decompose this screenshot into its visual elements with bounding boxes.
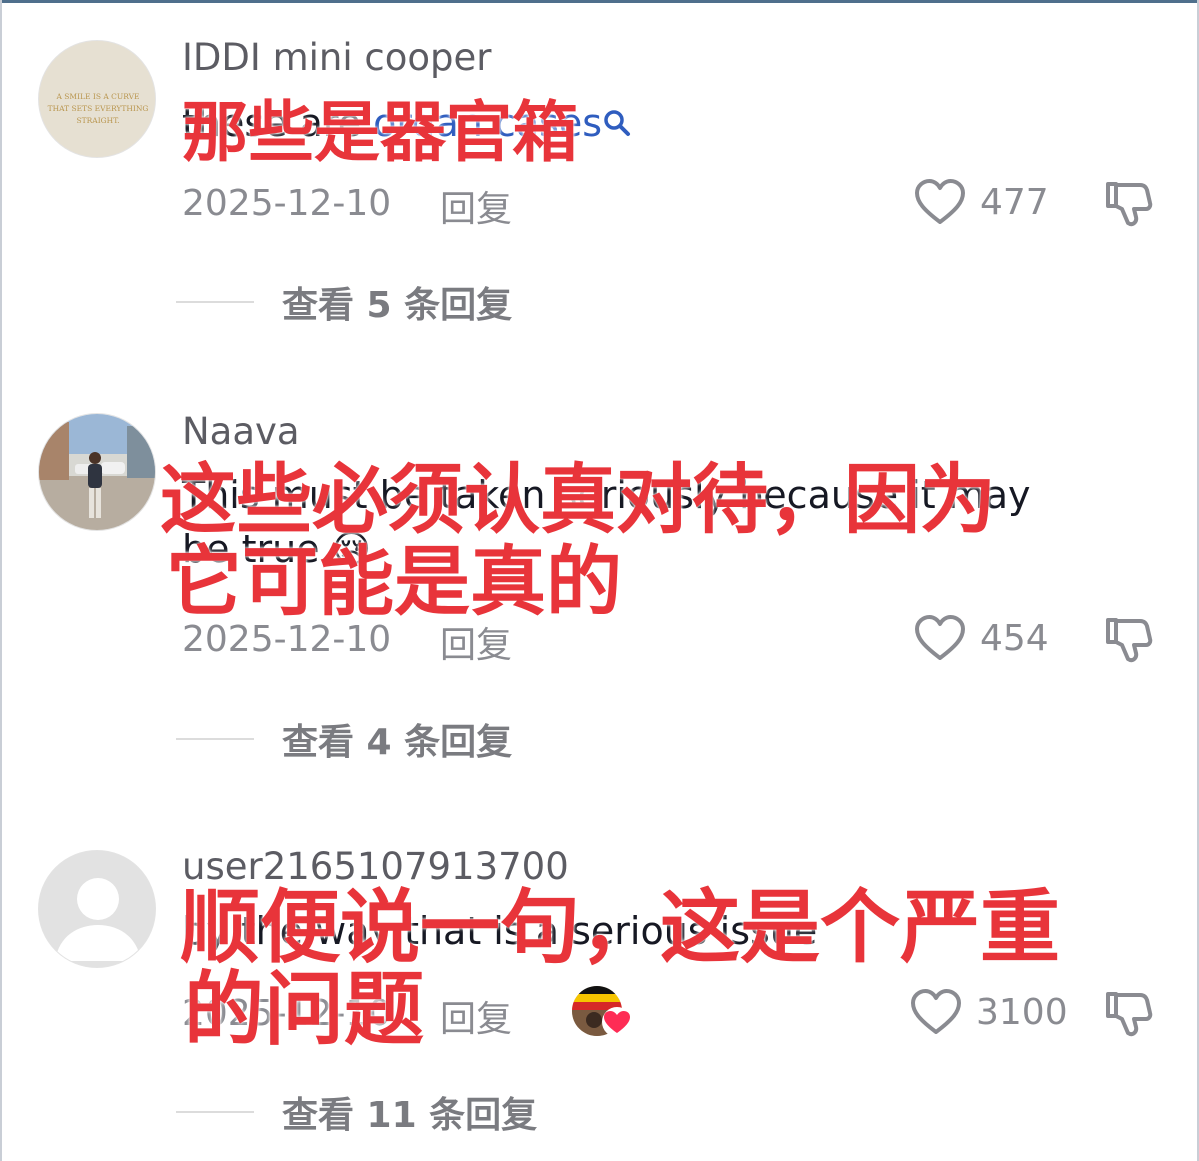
translation-overlay-3-line2: 的问题	[184, 963, 424, 1056]
comment-username[interactable]: Naava	[182, 410, 300, 453]
reply-button[interactable]: 回复	[440, 180, 512, 232]
dislike-button[interactable]	[1104, 988, 1154, 1042]
comment-username[interactable]: IDDI mini cooper	[182, 36, 491, 79]
view-replies-label: 查看 11 条回复	[282, 1095, 538, 1136]
thumbs-down-icon	[1106, 182, 1153, 227]
heart-outline-icon	[915, 615, 965, 660]
heart-badge-icon	[600, 1006, 634, 1042]
divider-line	[176, 1111, 254, 1113]
like-count: 3100	[976, 991, 1068, 1033]
view-replies-button[interactable]: 查看 11 条回复	[176, 1086, 537, 1138]
dislike-button[interactable]	[1104, 614, 1154, 668]
search-icon[interactable]	[602, 101, 632, 145]
like-button[interactable]: 454	[914, 614, 1049, 662]
translation-overlay-2-line1: 这些必须认真对待，因为	[160, 455, 996, 544]
avatar-image	[39, 414, 155, 530]
divider-line	[176, 301, 254, 303]
view-replies-button[interactable]: 查看 5 条回复	[176, 276, 512, 328]
avatar[interactable]	[38, 413, 156, 531]
view-replies-label: 查看 5 条回复	[282, 285, 513, 326]
divider-line	[176, 738, 254, 740]
avatar[interactable]: A SMILE IS A CURVE THAT SETS EVERYTHING …	[38, 40, 156, 158]
thumbs-down-icon	[1106, 992, 1153, 1037]
view-replies-label: 查看 4 条回复	[282, 722, 513, 763]
translation-overlay-1: 那些是器官箱	[182, 94, 578, 171]
avatar-quote-line1: A SMILE IS A CURVE	[55, 92, 139, 101]
translation-overlay-3-line1: 顺便说一句，这是个严重	[180, 881, 1060, 974]
reply-button[interactable]: 回复	[440, 990, 512, 1042]
translation-overlay-2-line2: 它可能是真的	[166, 537, 622, 626]
heart-outline-icon	[915, 179, 965, 224]
avatar-image: A SMILE IS A CURVE THAT SETS EVERYTHING …	[39, 41, 155, 157]
like-button[interactable]: 3100	[910, 988, 1068, 1036]
heart-outline-icon	[911, 989, 961, 1034]
like-count: 477	[980, 181, 1049, 223]
comment-date: 2025-12-10	[182, 183, 392, 224]
dislike-button[interactable]	[1104, 178, 1154, 232]
view-replies-button[interactable]: 查看 4 条回复	[176, 713, 512, 765]
window-left-border	[0, 0, 2, 1161]
like-button[interactable]: 477	[914, 178, 1049, 226]
avatar-quote-line2: THAT SETS EVERYTHING	[48, 104, 149, 113]
like-count: 454	[980, 617, 1049, 659]
avatar-quote-line3: STRAIGHT.	[77, 116, 120, 125]
avatar[interactable]	[38, 850, 156, 968]
window-top-border	[0, 0, 1199, 3]
default-avatar-icon	[39, 851, 155, 967]
thumbs-down-icon	[1106, 618, 1153, 663]
